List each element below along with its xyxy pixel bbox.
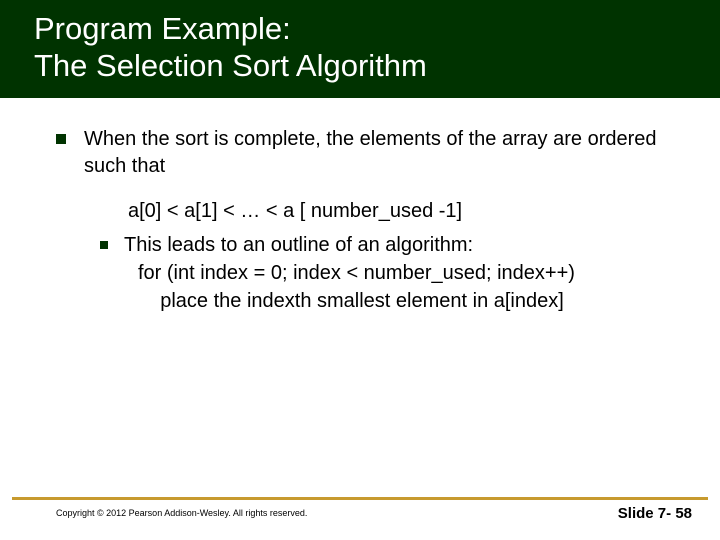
copyright-text: Copyright © 2012 Pearson Addison-Wesley.… xyxy=(56,508,307,518)
bullet-level-1: When the sort is complete, the elements … xyxy=(56,126,680,180)
ordering-expression: a[0] < a[1] < … < a [ number_used -1] xyxy=(128,198,680,225)
bullet-level-2: This leads to an outline of an algorithm… xyxy=(100,231,680,315)
title-line-1: Program Example: xyxy=(34,11,291,46)
pseudocode-line-2: place the indexth smallest element in a[… xyxy=(138,290,564,312)
slide-body: When the sort is complete, the elements … xyxy=(0,98,720,315)
slide: Program Example: The Selection Sort Algo… xyxy=(0,0,720,540)
divider-bar xyxy=(12,497,708,500)
pseudocode-line-1: for (int index = 0; index < number_used;… xyxy=(138,262,575,284)
bullet-level-1-text: When the sort is complete, the elements … xyxy=(84,128,657,177)
title-line-2: The Selection Sort Algorithm xyxy=(34,48,427,83)
bullet-level-2-lead: This leads to an outline of an algorithm… xyxy=(124,234,473,256)
title-band: Program Example: The Selection Sort Algo… xyxy=(0,0,720,98)
slide-title: Program Example: The Selection Sort Algo… xyxy=(34,10,720,84)
slide-number: Slide 7- 58 xyxy=(618,505,692,522)
